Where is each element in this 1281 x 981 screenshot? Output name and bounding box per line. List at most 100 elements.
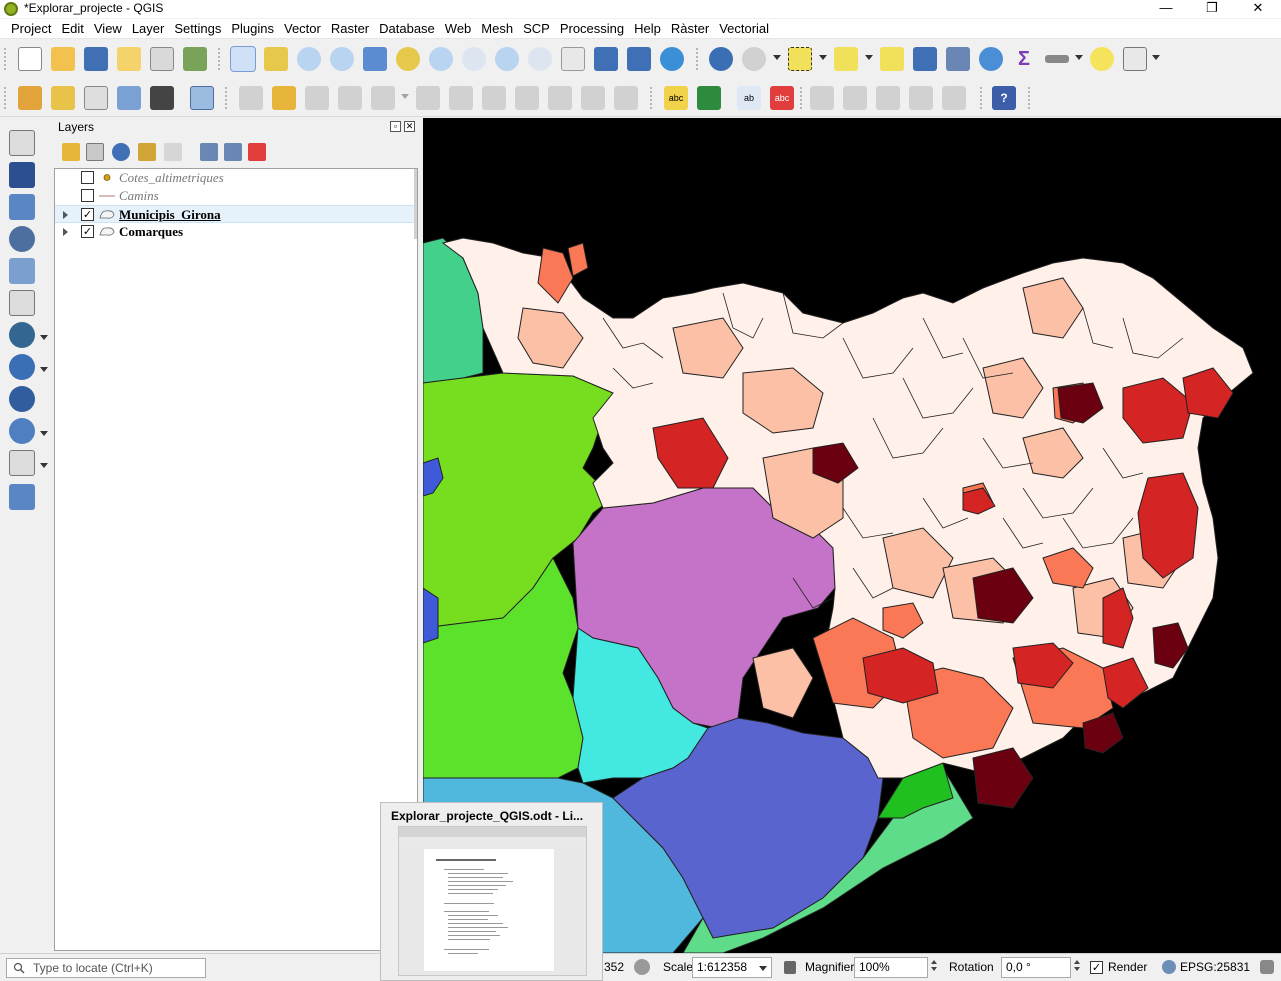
new-3d-view-icon[interactable]	[594, 47, 618, 71]
add-postgis-icon[interactable]	[9, 322, 35, 348]
chevron-down-icon[interactable]	[773, 55, 781, 60]
change-label-icon[interactable]	[909, 86, 933, 110]
select-features-icon[interactable]	[788, 47, 812, 71]
chevron-down-icon[interactable]	[865, 55, 873, 60]
diagram-icon[interactable]	[697, 86, 721, 110]
restore-button[interactable]: ❐	[1189, 0, 1235, 18]
chevron-down-icon[interactable]	[401, 94, 409, 99]
menu-web[interactable]: Web	[440, 19, 477, 39]
move-label-icon[interactable]	[843, 86, 867, 110]
close-button[interactable]: ✕	[1235, 0, 1281, 18]
rotation-spinner[interactable]	[1071, 957, 1083, 978]
zoom-out-icon[interactable]	[330, 47, 354, 71]
new-map-view-icon[interactable]	[561, 47, 585, 71]
statistics-icon[interactable]	[946, 47, 970, 71]
toolbar-grip[interactable]	[4, 87, 8, 109]
show-hide-labels-icon[interactable]	[810, 86, 834, 110]
toolbar-grip[interactable]	[650, 87, 654, 109]
paste-features-icon[interactable]	[548, 86, 572, 110]
crs-globe-icon[interactable]	[1162, 960, 1176, 974]
toolbar-grip[interactable]	[800, 87, 804, 109]
expand-arrow-icon[interactable]	[63, 211, 68, 219]
toolbar-grip[interactable]	[218, 48, 222, 70]
lock-scale-icon[interactable]	[784, 961, 796, 974]
expand-arrow-icon[interactable]	[63, 228, 68, 236]
add-wfs-icon[interactable]	[9, 386, 35, 412]
add-group-icon[interactable]	[86, 143, 104, 161]
open-project-icon[interactable]	[51, 47, 75, 71]
layout-manager-icon[interactable]	[150, 47, 174, 71]
add-wms-icon[interactable]	[9, 354, 35, 380]
delete-selected-icon[interactable]	[449, 86, 473, 110]
menu-database[interactable]: Database	[374, 19, 440, 39]
menu-scp[interactable]: SCP	[518, 19, 555, 39]
field-calculator-icon[interactable]: Σ	[1012, 47, 1036, 71]
chevron-down-icon[interactable]	[40, 431, 48, 436]
zoom-in-icon[interactable]	[297, 47, 321, 71]
pan-map-icon[interactable]	[230, 46, 256, 72]
close-panel-button[interactable]: ✕	[404, 121, 415, 132]
new-print-layout-icon[interactable]	[117, 47, 141, 71]
new-spatialite-layer-icon[interactable]	[190, 86, 214, 110]
map-tips-icon[interactable]	[1090, 47, 1114, 71]
menu-processing[interactable]: Processing	[555, 19, 629, 39]
rotation-input[interactable]: 0,0 °	[1001, 957, 1071, 978]
tree-scrollbar[interactable]	[414, 169, 417, 239]
chevron-down-icon[interactable]	[1075, 55, 1083, 60]
minimize-button[interactable]: —	[1143, 0, 1189, 18]
toolbar-grip[interactable]	[980, 87, 984, 109]
add-virtual-layer-icon[interactable]	[9, 450, 35, 476]
rotate-label-icon[interactable]	[876, 86, 900, 110]
menu-settings[interactable]: Settings	[169, 19, 226, 39]
layer-visibility-checkbox[interactable]	[81, 189, 94, 202]
chevron-down-icon[interactable]	[819, 55, 827, 60]
run-feature-action-icon[interactable]	[742, 47, 766, 71]
zoom-next-icon[interactable]	[528, 47, 552, 71]
chevron-down-icon[interactable]	[1152, 55, 1160, 60]
toolbar-grip[interactable]	[1028, 87, 1032, 109]
add-feature-icon[interactable]	[338, 86, 362, 110]
zoom-native-icon[interactable]	[462, 47, 486, 71]
new-virtual-layer-icon[interactable]	[150, 86, 174, 110]
data-source-manager-icon[interactable]	[18, 86, 42, 110]
new-project-icon[interactable]	[18, 47, 42, 71]
toolbar-grip[interactable]	[696, 48, 700, 70]
locator-search-field[interactable]: Type to locate (Ctrl+K)	[6, 958, 206, 978]
toolbar-grip[interactable]	[4, 48, 8, 70]
save-project-icon[interactable]	[84, 47, 108, 71]
text-annotation-icon[interactable]	[1123, 47, 1147, 71]
toolbar-grip[interactable]	[225, 87, 229, 109]
new-shapefile-layer-icon[interactable]	[84, 86, 108, 110]
current-edits-icon[interactable]	[239, 86, 263, 110]
layer-visibility-checkbox[interactable]: ✓	[81, 208, 94, 221]
highlight-pinned-labels-icon[interactable]: abc	[770, 86, 794, 110]
menu-raster-ca[interactable]: Ràster	[666, 19, 714, 39]
remove-layer-icon[interactable]	[248, 143, 266, 161]
chevron-down-icon[interactable]	[40, 335, 48, 340]
menu-vectorial[interactable]: Vectorial	[714, 19, 774, 39]
add-delimited-text-icon[interactable]	[9, 226, 35, 252]
layer-row[interactable]: Camins	[55, 187, 415, 205]
menu-edit[interactable]: Edit	[56, 19, 88, 39]
identify-features-icon[interactable]	[709, 47, 733, 71]
pan-to-selection-icon[interactable]	[264, 47, 288, 71]
messages-icon[interactable]	[1260, 960, 1274, 974]
style-manager-icon[interactable]	[183, 47, 207, 71]
add-table-icon[interactable]	[9, 484, 35, 510]
layer-row[interactable]: ✓ Municipis_Girona	[55, 205, 415, 223]
crs-label[interactable]: EPSG:25831	[1180, 960, 1250, 974]
open-styling-panel-icon[interactable]	[62, 143, 80, 161]
filter-expression-icon[interactable]	[164, 143, 182, 161]
pin-labels-icon[interactable]: ab	[737, 86, 761, 110]
float-panel-button[interactable]: ▫	[390, 121, 401, 132]
menu-layer[interactable]: Layer	[127, 19, 170, 39]
attribute-table-icon[interactable]	[913, 47, 937, 71]
cut-features-icon[interactable]	[482, 86, 506, 110]
vertex-tool-icon[interactable]	[371, 86, 395, 110]
filter-legend-icon[interactable]	[138, 143, 156, 161]
extents-toggle-icon[interactable]	[634, 959, 650, 975]
copy-features-icon[interactable]	[515, 86, 539, 110]
menu-raster[interactable]: Raster	[326, 19, 374, 39]
bookmarks-icon[interactable]	[627, 47, 651, 71]
menu-vector[interactable]: Vector	[279, 19, 326, 39]
